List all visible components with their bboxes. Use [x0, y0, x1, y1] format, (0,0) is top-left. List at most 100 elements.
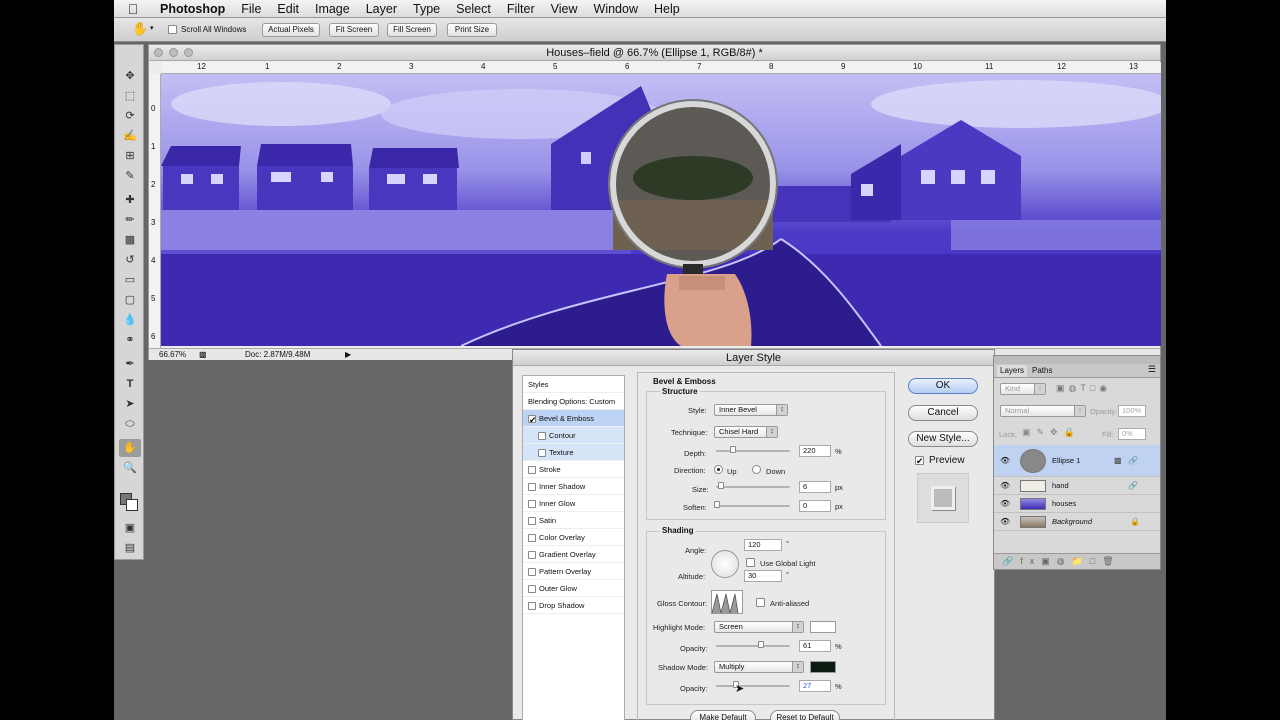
highlight-mode-select[interactable]: Screen — [714, 621, 804, 633]
cancel-button[interactable]: Cancel — [908, 405, 978, 421]
menu-layer[interactable]: Layer — [358, 2, 405, 16]
anti-aliased-checkbox[interactable] — [756, 598, 765, 607]
menu-edit[interactable]: Edit — [269, 2, 307, 16]
menu-image[interactable]: Image — [307, 2, 358, 16]
new-style-button[interactable]: New Style... — [908, 431, 978, 447]
layer-row-hand[interactable]: 👁 hand 🔗 — [994, 477, 1160, 495]
layer-footer-icons[interactable]: 🔗fx▣◍📁□🗑 — [1002, 556, 1121, 566]
style-checkbox[interactable] — [528, 500, 536, 509]
gradient-tool-icon[interactable]: ▢ — [119, 291, 141, 309]
quick-selection-tool-icon[interactable]: ✍ — [119, 127, 141, 145]
close-window-icon[interactable] — [154, 48, 163, 57]
style-item-inner-glow[interactable]: Inner Glow — [523, 495, 624, 512]
style-item-gradient-overlay[interactable]: Gradient Overlay — [523, 546, 624, 563]
style-checkbox[interactable] — [528, 517, 536, 526]
highlight-opacity-knob[interactable] — [758, 641, 764, 648]
gloss-contour-picker[interactable] — [711, 590, 743, 614]
use-global-light-checkbox[interactable] — [746, 558, 755, 567]
depth-field[interactable]: 220 — [799, 445, 831, 457]
shadow-opacity-field[interactable]: 27 — [799, 680, 831, 692]
fill-field[interactable]: 0% — [1118, 428, 1146, 440]
styles-header[interactable]: Styles — [523, 376, 624, 393]
style-checkbox[interactable] — [528, 602, 536, 611]
visibility-eye-icon[interactable]: 👁 — [1000, 513, 1010, 531]
make-default-button[interactable]: Make Default — [690, 710, 756, 720]
style-item-texture[interactable]: Texture — [523, 444, 624, 461]
menu-app-name[interactable]: Photoshop — [152, 2, 233, 16]
background-color-swatch[interactable] — [126, 499, 138, 511]
size-slider-knob[interactable] — [718, 482, 724, 489]
healing-brush-tool-icon[interactable]: ✚ — [119, 191, 141, 209]
zoom-window-icon[interactable] — [184, 48, 193, 57]
shadow-opacity-slider[interactable] — [716, 681, 790, 688]
style-select[interactable]: Inner Bevel — [714, 404, 788, 416]
highlight-color-swatch[interactable] — [810, 621, 836, 633]
crop-tool-icon[interactable]: ⊞ — [119, 147, 141, 165]
eyedropper-tool-icon[interactable]: ✎ — [119, 167, 141, 185]
size-field[interactable]: 6 — [799, 481, 831, 493]
minimize-window-icon[interactable] — [169, 48, 178, 57]
tab-layers[interactable]: Layers — [997, 365, 1028, 377]
preview-checkbox[interactable] — [915, 456, 924, 465]
marquee-tool-icon[interactable]: ⬚ — [119, 87, 141, 105]
angle-field[interactable]: 120 — [744, 539, 782, 551]
style-item-contour[interactable]: Contour — [523, 427, 624, 444]
shadow-color-swatch[interactable] — [810, 661, 836, 673]
pen-tool-icon[interactable]: ✒ — [119, 355, 141, 373]
layer-row-background[interactable]: 👁 Background 🔒 — [994, 513, 1160, 531]
quick-mask-icon[interactable]: ▣ — [119, 519, 141, 537]
status-arrow-icon[interactable]: ▶ — [345, 349, 351, 360]
style-checkbox[interactable] — [528, 466, 536, 475]
lock-icons[interactable]: ▣✎✥🔒 — [1022, 427, 1081, 438]
brush-tool-icon[interactable]: ✏ — [119, 211, 141, 229]
fit-screen-button[interactable]: Fit Screen — [329, 23, 379, 37]
highlight-opacity-slider[interactable] — [716, 641, 790, 648]
visibility-eye-icon[interactable]: 👁 — [1000, 445, 1010, 477]
layer-row-houses[interactable]: 👁 houses — [994, 495, 1160, 513]
style-item-color-overlay[interactable]: Color Overlay — [523, 529, 624, 546]
fill-screen-button[interactable]: Fill Screen — [387, 23, 437, 37]
screen-mode-icon[interactable]: ▤ — [119, 539, 141, 557]
style-item-pattern-overlay[interactable]: Pattern Overlay — [523, 563, 624, 580]
style-checkbox[interactable] — [538, 449, 546, 458]
style-checkbox[interactable] — [528, 551, 536, 560]
zoom-level[interactable]: 66.67% — [159, 349, 186, 360]
style-checkbox[interactable] — [528, 534, 536, 543]
style-item-inner-shadow[interactable]: Inner Shadow — [523, 478, 624, 495]
altitude-field[interactable]: 30 — [744, 570, 782, 582]
soften-slider-knob[interactable] — [714, 501, 720, 508]
style-item-bevel-emboss[interactable]: Bevel & Emboss — [523, 410, 624, 427]
menu-type[interactable]: Type — [405, 2, 448, 16]
lasso-tool-icon[interactable]: ⟳ — [119, 107, 141, 125]
path-selection-tool-icon[interactable]: ➤ — [119, 395, 141, 413]
layer-row-ellipse[interactable]: 👁 Ellipse 1 ▩ 🔗 — [994, 445, 1160, 477]
opacity-field[interactable]: 100% — [1118, 405, 1146, 417]
menu-help[interactable]: Help — [646, 2, 688, 16]
style-checkbox[interactable] — [538, 432, 546, 441]
soften-slider[interactable] — [714, 501, 790, 508]
depth-slider-knob[interactable] — [730, 446, 736, 453]
visibility-eye-icon[interactable]: 👁 — [1000, 477, 1010, 495]
hand-tool-icon[interactable]: ✋ — [132, 21, 148, 37]
direction-up-radio[interactable] — [714, 465, 723, 474]
zoom-tool-icon[interactable]: 🔍 — [119, 459, 141, 477]
blend-mode-select[interactable]: Normal — [1000, 405, 1086, 417]
clone-stamp-tool-icon[interactable]: ▩ — [119, 231, 141, 249]
apple-icon[interactable]:  — [114, 1, 152, 17]
scroll-all-windows-checkbox[interactable] — [168, 25, 177, 34]
style-item-satin[interactable]: Satin — [523, 512, 624, 529]
style-checkbox[interactable] — [528, 585, 536, 594]
menu-select[interactable]: Select — [448, 2, 499, 16]
menu-file[interactable]: File — [233, 2, 269, 16]
shadow-mode-select[interactable]: Multiply — [714, 661, 804, 673]
blur-tool-icon[interactable]: 💧 — [119, 311, 141, 329]
tool-preset-chevron-icon[interactable]: ▾ — [150, 24, 154, 32]
actual-pixels-button[interactable]: Actual Pixels — [262, 23, 320, 37]
image-canvas[interactable] — [161, 74, 1161, 346]
shape-tool-icon[interactable]: ⬭ — [119, 415, 141, 433]
type-tool-icon[interactable]: T — [119, 375, 141, 393]
style-checkbox[interactable] — [528, 415, 536, 424]
style-item-drop-shadow[interactable]: Drop Shadow — [523, 597, 624, 614]
style-item-stroke[interactable]: Stroke — [523, 461, 624, 478]
depth-slider[interactable] — [716, 446, 790, 453]
